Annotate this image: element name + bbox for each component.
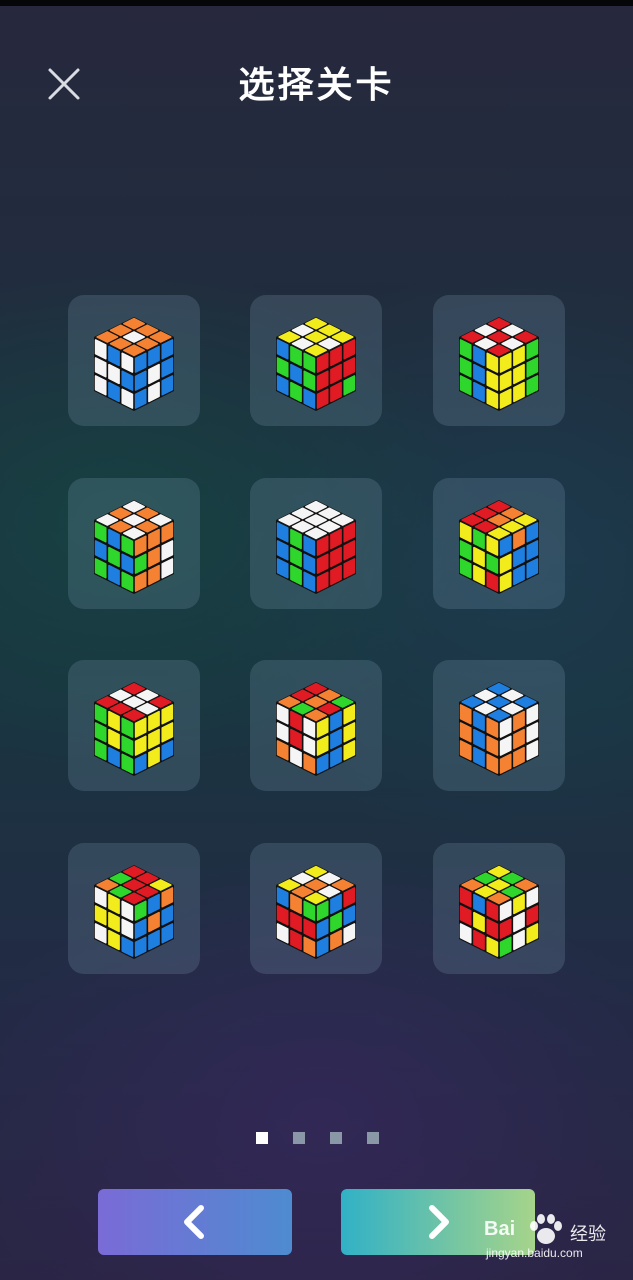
rubiks-cube-icon [276, 682, 356, 776]
paw-logo-icon [530, 1214, 562, 1244]
page-title: 选择关卡 [238, 65, 395, 106]
level-card-10[interactable] [68, 843, 200, 974]
rubiks-cube-icon [94, 865, 174, 959]
level-card-4[interactable] [68, 478, 200, 609]
rubiks-cube-icon [459, 865, 539, 959]
level-card-8[interactable] [250, 660, 382, 791]
rubiks-cube-icon [94, 317, 174, 411]
level-card-3[interactable] [433, 295, 565, 426]
status-bar [0, 0, 633, 6]
page-dot-3[interactable] [330, 1132, 342, 1144]
watermark: Bai 经验 jingyan.baidu.com [484, 1208, 624, 1268]
chevron-left-icon [184, 1205, 204, 1239]
level-card-1[interactable] [68, 295, 200, 426]
page-dot-1[interactable] [256, 1132, 268, 1144]
level-card-5[interactable] [250, 478, 382, 609]
page-indicator [0, 1131, 633, 1145]
level-card-7[interactable] [68, 660, 200, 791]
level-card-12[interactable] [433, 843, 565, 974]
chevron-right-icon [429, 1205, 449, 1239]
level-card-9[interactable] [433, 660, 565, 791]
level-grid [68, 295, 565, 975]
rubiks-cube-icon [459, 500, 539, 594]
level-card-11[interactable] [250, 843, 382, 974]
watermark-url: jingyan.baidu.com [486, 1246, 583, 1260]
page-dot-4[interactable] [367, 1132, 379, 1144]
rubiks-cube-icon [276, 317, 356, 411]
rubiks-cube-icon [94, 500, 174, 594]
watermark-brand: Bai [484, 1218, 516, 1240]
level-card-6[interactable] [433, 478, 565, 609]
watermark-brand-cn: 经验 [570, 1224, 606, 1245]
rubiks-cube-icon [276, 865, 356, 959]
rubiks-cube-icon [276, 500, 356, 594]
rubiks-cube-icon [94, 682, 174, 776]
rubiks-cube-icon [459, 317, 539, 411]
prev-page-button[interactable] [98, 1189, 292, 1255]
page-dot-2[interactable] [293, 1132, 305, 1144]
level-card-2[interactable] [250, 295, 382, 426]
rubiks-cube-icon [459, 682, 539, 776]
